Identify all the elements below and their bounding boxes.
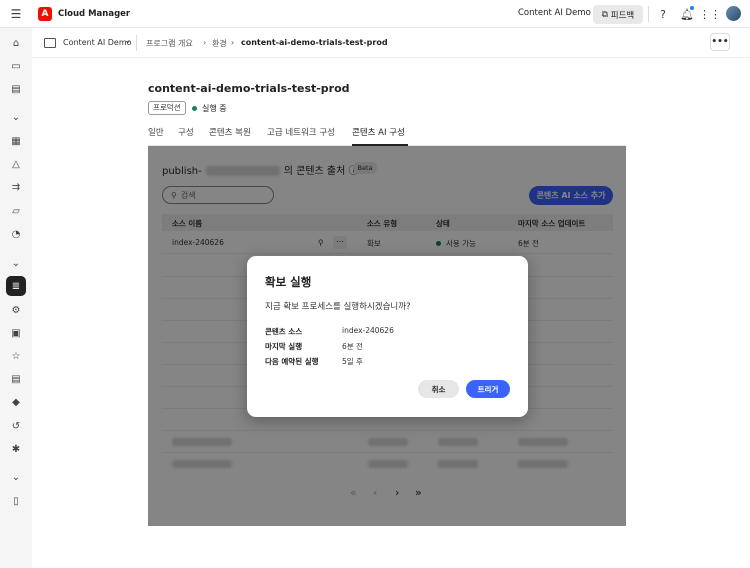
tab-content-restore[interactable]: 콘텐츠 복원 [209, 126, 251, 138]
chevron-down-icon[interactable]: ⌄ [9, 470, 23, 484]
tab-content-ai[interactable]: 콘텐츠 AI 구성 [352, 126, 405, 138]
left-rail: ⌂ ▭ ▤ ⌄ ▦ △ ⇉ ▱ ◔ ⌄ ≣ ⚙ ▣ ☆ ▤ ◆ ↺ ✱ ⌄ ▯ [0, 28, 32, 568]
folder-icon[interactable]: ▱ [9, 204, 23, 218]
feedback-button[interactable]: ⧉ 피드백 [593, 5, 643, 24]
notification-dot [689, 5, 695, 11]
divider [136, 35, 137, 51]
overview-icon[interactable]: ▦ [9, 134, 23, 148]
top-bar: ☰ A Cloud Manager Content AI Demo ⧉ 피드백 … [0, 0, 750, 28]
env-selector[interactable]: Content AI Demo [63, 38, 132, 47]
cube-icon[interactable]: ◆ [9, 395, 23, 409]
programs-icon[interactable]: ▭ [9, 59, 23, 73]
docs-icon[interactable]: ▯ [9, 494, 23, 508]
chevron-right-icon: › [203, 38, 207, 47]
lock-icon[interactable]: ▣ [9, 326, 23, 340]
apps-grid-icon[interactable]: ⋮⋮ [699, 7, 721, 21]
reports-icon[interactable]: ▤ [9, 372, 23, 386]
feedback-label: 피드백 [610, 10, 635, 21]
page-title: content-ai-demo-trials-test-prod [148, 82, 350, 95]
activity-icon[interactable]: ▤ [9, 82, 23, 96]
content-source-label: 콘텐츠 소스 [265, 327, 303, 336]
app-title: Cloud Manager [58, 8, 131, 19]
chevron-right-icon: › [231, 38, 235, 47]
feedback-icon: ⧉ [601, 9, 608, 20]
settings-icon[interactable]: ⚙ [9, 303, 23, 317]
tab-advanced-network[interactable]: 고급 네트워크 구성 [267, 126, 335, 138]
tab-general[interactable]: 일반 [148, 126, 164, 138]
trigger-button[interactable]: 트리거 [466, 380, 510, 398]
next-run-label: 다음 예약된 실행 [265, 357, 319, 366]
home-icon[interactable]: ⌂ [9, 36, 23, 50]
main-panel: Content AI Demo ⌄ 프로그램 개요 › 환경 › content… [32, 28, 750, 568]
chevron-down-icon[interactable]: ⌄ [9, 110, 23, 124]
dialog-body: 지금 확보 프로세스를 실행하시겠습니까? [265, 302, 411, 312]
breadcrumb-current: content-ai-demo-trials-test-prod [241, 38, 388, 47]
org-name[interactable]: Content AI Demo [518, 8, 591, 18]
alerts-icon[interactable]: △ [9, 157, 23, 171]
help-icon[interactable]: ? [656, 7, 670, 21]
restore-icon[interactable]: ↺ [9, 419, 23, 433]
sub-header: Content AI Demo ⌄ 프로그램 개요 › 환경 › content… [32, 28, 750, 58]
next-run-value: 5일 후 [342, 357, 363, 366]
dialog-title: 확보 실행 [265, 275, 312, 289]
environments-icon[interactable]: ≣ [6, 276, 26, 296]
tab-config[interactable]: 구성 [178, 126, 194, 138]
divider [648, 6, 649, 22]
content-source-value: index-240626 [342, 326, 394, 335]
star-icon[interactable]: ☆ [9, 349, 23, 363]
last-run-label: 마지막 실행 [265, 342, 303, 351]
status-text: 실행 중 [202, 104, 227, 113]
breadcrumb-program[interactable]: 프로그램 개요 [146, 38, 193, 49]
status-dot [192, 106, 197, 111]
chevron-down-icon[interactable]: ⌄ [124, 36, 132, 46]
environment-icon [44, 38, 56, 48]
menu-icon[interactable]: ☰ [0, 0, 32, 28]
breadcrumb-environments[interactable]: 환경 [212, 38, 227, 49]
network-icon[interactable]: ✱ [9, 442, 23, 456]
cancel-button[interactable]: 취소 [418, 380, 459, 398]
avatar[interactable] [726, 6, 741, 21]
more-options-button[interactable]: ••• [710, 33, 730, 51]
last-run-value: 6분 전 [342, 342, 363, 351]
chevron-down-icon[interactable]: ⌄ [9, 256, 23, 270]
run-harvest-dialog: 확보 실행 지금 확보 프로세스를 실행하시겠습니까? 콘텐츠 소스 index… [247, 256, 528, 417]
adobe-logo-icon: A [38, 6, 52, 21]
history-icon[interactable]: ◔ [9, 227, 23, 241]
pipelines-icon[interactable]: ⇉ [9, 180, 23, 194]
env-type-badge: 프로덕션 [148, 101, 186, 115]
